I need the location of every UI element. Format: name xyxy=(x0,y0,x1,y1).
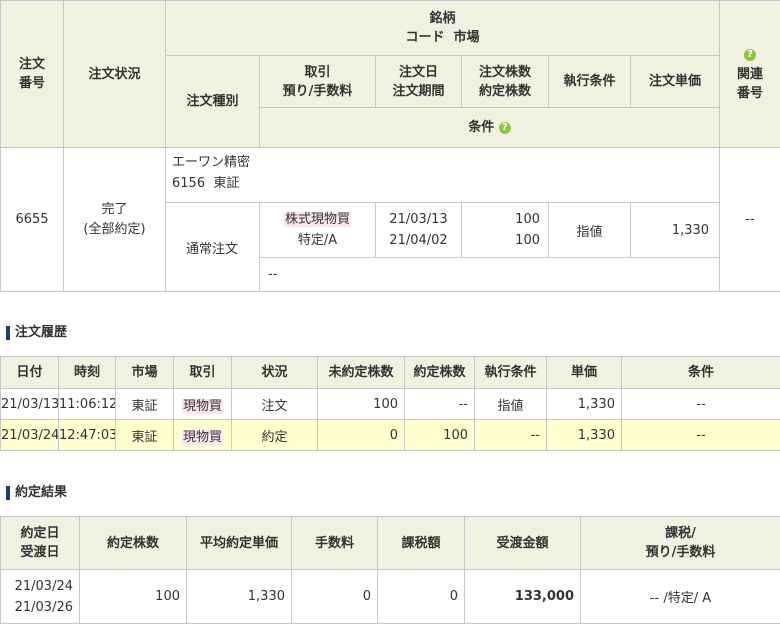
order-type: 通常注文 xyxy=(165,202,260,292)
history-col-price: 単価 xyxy=(546,356,622,389)
history-col-time: 時刻 xyxy=(58,356,116,389)
issue-name[interactable]: エーワン精密 xyxy=(172,152,719,173)
order-qty: 100 100 xyxy=(461,202,549,258)
col-related-header: ? 関連 番号 xyxy=(719,0,780,148)
result-col-account: 課税/ 預り/手数料 xyxy=(580,516,780,570)
order-dates: 21/03/13 21/04/02 xyxy=(375,202,462,258)
history-date: 21/03/24 xyxy=(0,419,59,451)
history-col-status: 状況 xyxy=(231,356,318,389)
result-fee: 0 xyxy=(291,569,378,624)
history-col-unexec: 未約定株数 xyxy=(317,356,405,389)
result-avg-price: 1,330 xyxy=(186,569,292,624)
history-exec: -- xyxy=(404,388,475,420)
table-row: 21/03/24 12:47:03 東証 現物買 約定 0 100 -- 1,3… xyxy=(0,419,780,451)
col-issue-header: 銘柄 コード 市場 xyxy=(164,0,721,56)
table-row: 21/03/13 11:06:12 東証 現物買 注文 100 -- 指値 1,… xyxy=(0,388,780,420)
result-col-avg-price: 平均約定単価 xyxy=(186,516,292,570)
col-trade-header: 取引 預り/手数料 xyxy=(259,55,376,108)
section-bar xyxy=(6,325,10,340)
col-order-date-header: 注文日 注文期間 xyxy=(375,55,462,108)
result-col-qty: 約定株数 xyxy=(79,516,187,570)
history-market: 東証 xyxy=(115,419,174,451)
result-section-title: 約定結果 xyxy=(6,485,67,501)
history-cond: -- xyxy=(474,419,547,451)
result-dates: 21/03/24 21/03/26 xyxy=(0,569,80,624)
history-exec: 100 xyxy=(404,419,475,451)
history-col-date: 日付 xyxy=(0,356,59,389)
condition-value: -- xyxy=(258,257,721,292)
history-col-cond: 執行条件 xyxy=(474,356,547,389)
result-qty: 100 xyxy=(79,569,187,624)
result-col-fee: 手数料 xyxy=(291,516,378,570)
history-price: 1,330 xyxy=(546,388,622,420)
history-unexec: 100 xyxy=(317,388,405,420)
result-account: -- /特定/ A xyxy=(580,569,780,624)
result-col-tax: 課税額 xyxy=(377,516,465,570)
col-price-header: 注文単価 xyxy=(629,55,721,108)
col-condition-header: 条件 ? xyxy=(258,107,721,148)
exec-cond: 指値 xyxy=(548,202,631,258)
section-bar xyxy=(6,485,10,500)
order-detail-table: 注文 番号 注文状況 銘柄 コード 市場 ? 関連 番号 注文種別 取引 預り/… xyxy=(0,0,780,292)
history-trade: 現物買 xyxy=(173,419,232,451)
history-col-condition: 条件 xyxy=(621,356,780,389)
help-icon[interactable]: ? xyxy=(744,49,757,61)
result-header-row: 約定日 受渡日 約定株数 平均約定単価 手数料 課税額 受渡金額 課税/ 預り/… xyxy=(0,516,780,570)
account-type: 特定/A xyxy=(297,233,338,248)
history-time: 11:06:12 xyxy=(58,388,116,420)
help-icon[interactable]: ? xyxy=(498,121,511,134)
history-col-exec: 約定株数 xyxy=(404,356,475,389)
order-price: 1,330 xyxy=(629,202,721,258)
history-section-title: 注文履歴 xyxy=(6,325,67,341)
col-exec-cond-header: 執行条件 xyxy=(548,55,631,108)
history-status: 約定 xyxy=(231,419,318,451)
history-status: 注文 xyxy=(231,388,318,420)
order-status: 完了 (全部約定) xyxy=(63,147,166,292)
history-header-row: 日付 時刻 市場 取引 状況 未約定株数 約定株数 執行条件 単価 条件 xyxy=(0,356,780,389)
trade-cell: 株式現物買 特定/A xyxy=(259,202,376,258)
issue-cell: エーワン精密 6156 東証 xyxy=(164,147,721,203)
col-qty-header: 注文株数 約定株数 xyxy=(461,55,549,108)
col-order-no-header: 注文 番号 xyxy=(0,0,64,148)
history-col-trade: 取引 xyxy=(173,356,232,389)
result-tax: 0 xyxy=(377,569,465,624)
history-market: 東証 xyxy=(115,388,174,420)
history-unexec: 0 xyxy=(317,419,405,451)
order-no: 6655 xyxy=(0,147,64,292)
issue-code-market: 6156 東証 xyxy=(172,176,240,191)
col-status-header: 注文状況 xyxy=(63,0,166,148)
history-date: 21/03/13 xyxy=(0,388,59,420)
col-order-type-header: 注文種別 xyxy=(165,55,260,148)
table-row: 21/03/24 21/03/26 100 1,330 0 0 133,000 … xyxy=(0,569,780,624)
order-history-table: 日付 時刻 市場 取引 状況 未約定株数 約定株数 執行条件 単価 条件 21/… xyxy=(0,356,780,451)
history-trade: 現物買 xyxy=(173,388,232,420)
result-amount: 133,000 xyxy=(464,569,581,624)
result-col-amount: 受渡金額 xyxy=(464,516,581,570)
history-cond: 指値 xyxy=(474,388,547,420)
result-col-dates: 約定日 受渡日 xyxy=(0,516,80,570)
related-no: -- xyxy=(719,147,780,292)
history-price: 1,330 xyxy=(546,419,622,451)
execution-result-table: 約定日 受渡日 約定株数 平均約定単価 手数料 課税額 受渡金額 課税/ 預り/… xyxy=(0,516,780,624)
history-condition: -- xyxy=(621,419,780,451)
trade-tag: 株式現物買 xyxy=(283,212,351,227)
history-condition: -- xyxy=(621,388,780,420)
history-time: 12:47:03 xyxy=(58,419,116,451)
history-col-market: 市場 xyxy=(115,356,174,389)
